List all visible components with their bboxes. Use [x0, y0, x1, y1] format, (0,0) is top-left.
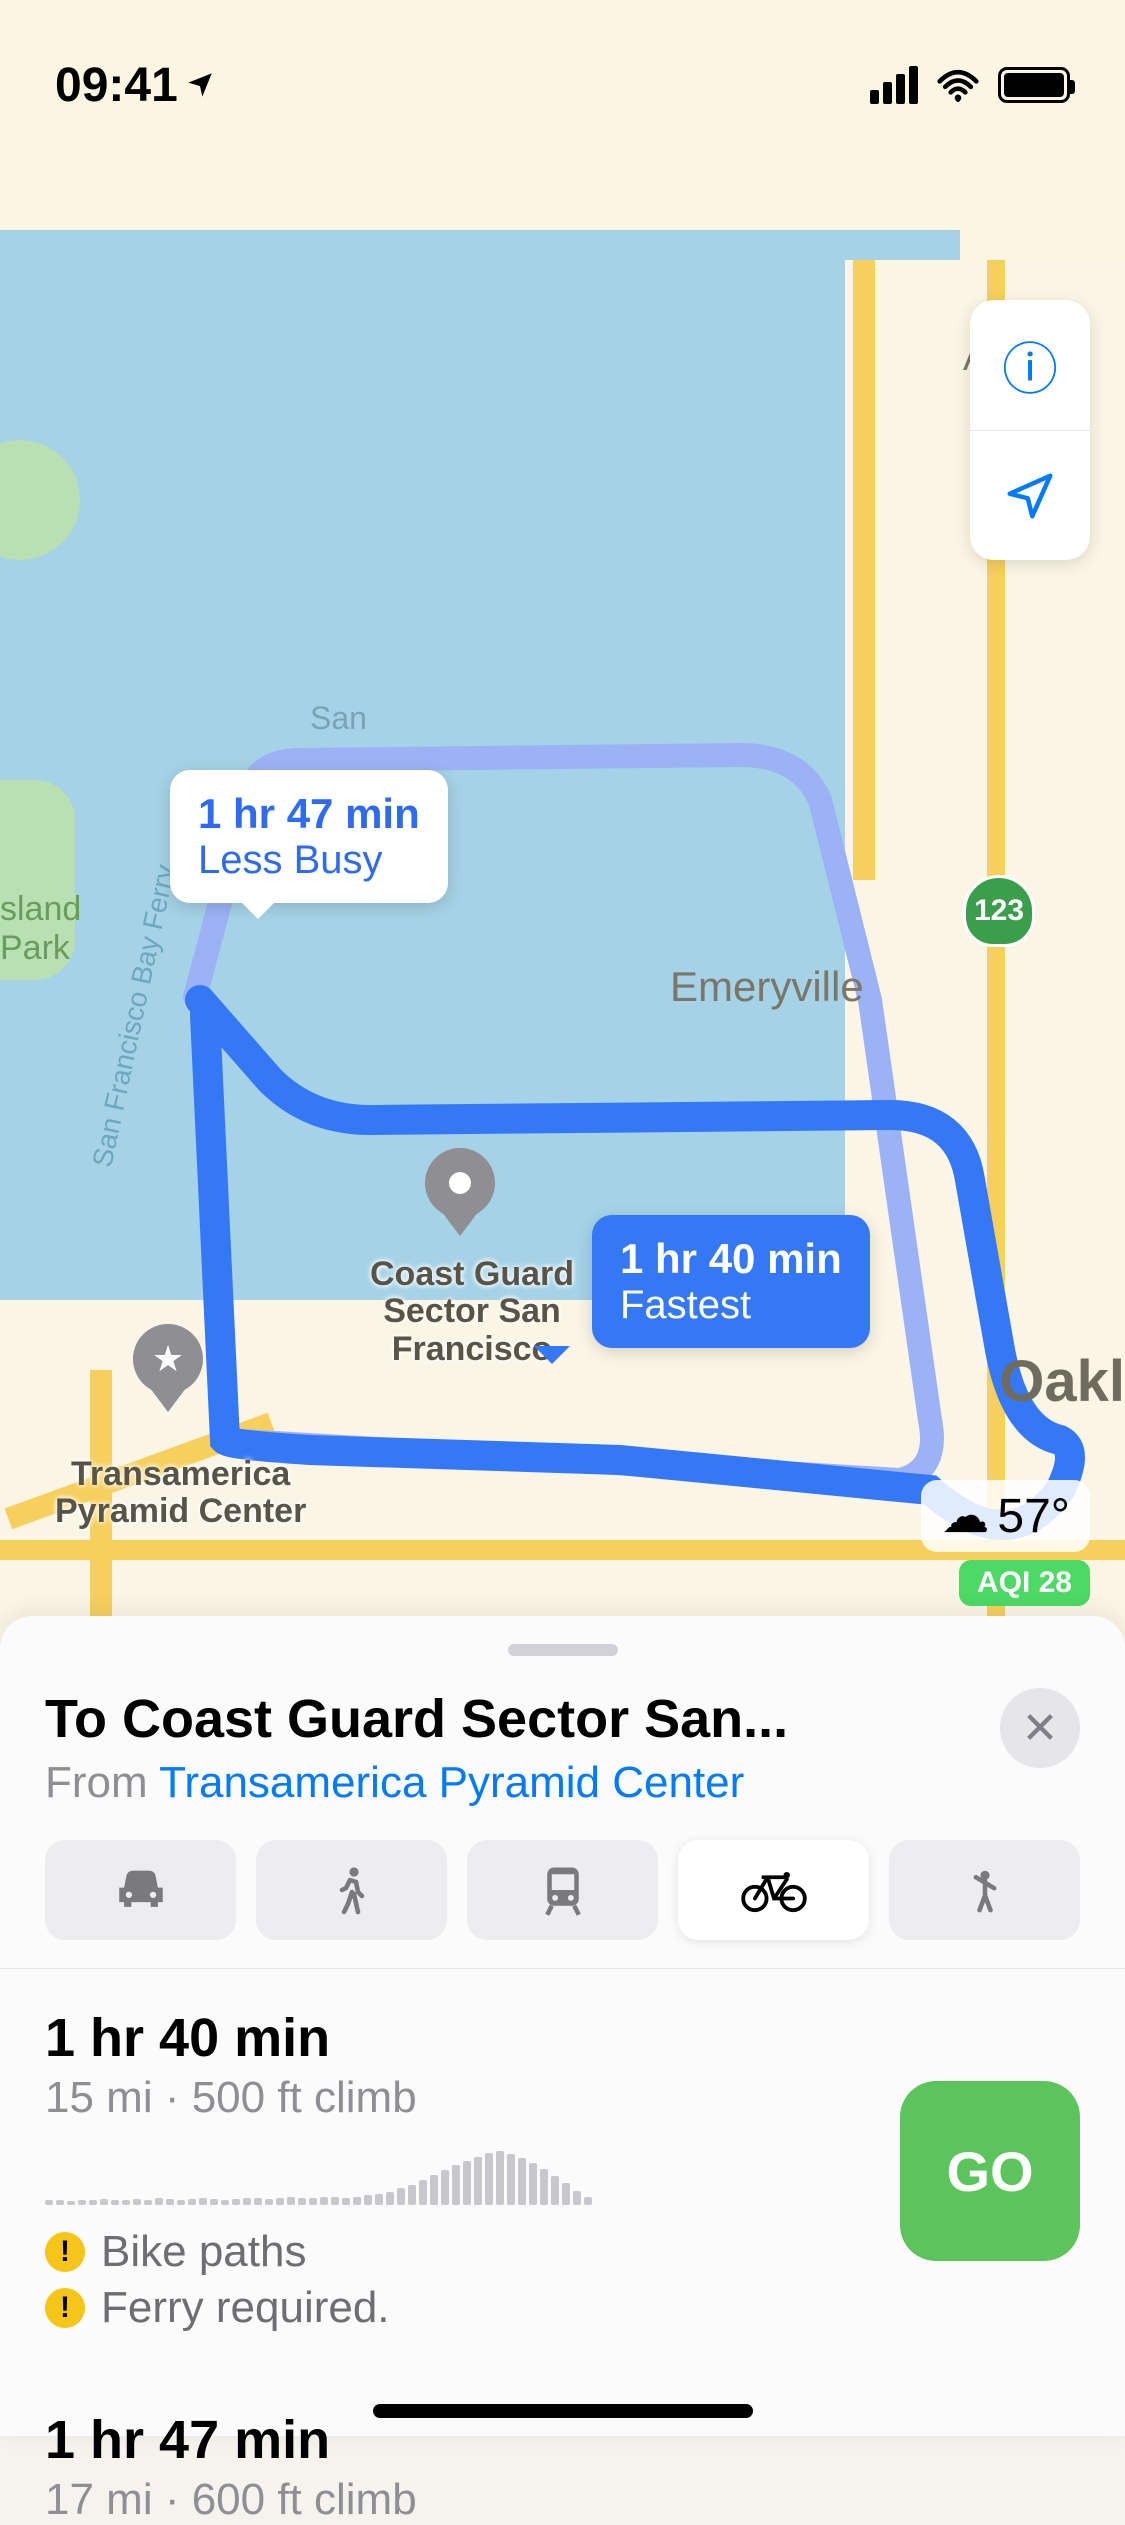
mode-rideshare[interactable]	[889, 1840, 1080, 1940]
route-0-warn-1: !Ferry required.	[45, 2283, 872, 2333]
island-park-label: sland Park	[0, 890, 81, 968]
weather-temp: 57°	[997, 1489, 1070, 1544]
close-button[interactable]: ✕	[1000, 1688, 1080, 1768]
cloud-icon: ☁	[941, 1488, 989, 1544]
go-button[interactable]: GO	[900, 2081, 1080, 2261]
battery-icon	[998, 67, 1070, 103]
walk-icon	[328, 1861, 376, 1919]
weather-aqi: AQI 28	[959, 1560, 1090, 1606]
status-time: 09:41	[55, 58, 214, 113]
emeryville-label: Emeryville	[670, 963, 864, 1011]
route-option-0[interactable]: 1 hr 40 min 15 mi · 500 ft climb !Bike p…	[45, 1969, 1080, 2371]
map-controls: ⓘ	[970, 300, 1090, 560]
home-indicator[interactable]	[373, 2404, 753, 2418]
sheet-title: To Coast Guard Sector San...	[45, 1688, 980, 1750]
transport-mode-tabs	[45, 1840, 1080, 1940]
warning-icon: !	[45, 2232, 85, 2272]
from-location-link[interactable]: Transamerica Pyramid Center	[159, 1758, 744, 1807]
mode-walk[interactable]	[256, 1840, 447, 1940]
route-alt-sub: Less Busy	[198, 838, 420, 883]
route-1-time: 1 hr 47 min	[45, 2409, 1080, 2471]
route-0-meta: 15 mi · 500 ft climb	[45, 2073, 872, 2123]
origin-pin-label: Transamerica Pyramid Center	[55, 1456, 306, 1531]
sheet-handle[interactable]	[508, 1644, 618, 1656]
highway-shield-123: 123	[963, 875, 1035, 947]
transit-icon	[536, 1861, 590, 1919]
route-0-warn-0: !Bike paths	[45, 2227, 872, 2277]
route-alt-time: 1 hr 47 min	[198, 790, 420, 838]
san-label: San	[310, 700, 367, 737]
route-main-time: 1 hr 40 min	[620, 1235, 842, 1283]
directions-sheet[interactable]: To Coast Guard Sector San... From Transa…	[0, 1616, 1125, 2436]
elevation-chart	[45, 2145, 872, 2205]
car-icon	[112, 1861, 170, 1919]
bike-icon	[740, 1866, 808, 1914]
origin-pin[interactable]: ★	[133, 1324, 203, 1394]
route-1-meta: 17 mi · 600 ft climb	[45, 2475, 1080, 2525]
route-alt-callout[interactable]: 1 hr 47 min Less Busy	[170, 770, 448, 903]
weather-badge[interactable]: ☁57° AQI 28	[921, 1480, 1090, 1606]
info-button[interactable]: ⓘ	[970, 300, 1090, 430]
status-bar: 09:41	[0, 0, 1125, 130]
mode-cycle[interactable]	[678, 1840, 869, 1940]
route-0-time: 1 hr 40 min	[45, 2007, 872, 2069]
route-main-callout[interactable]: 1 hr 40 min Fastest	[592, 1215, 870, 1348]
mode-transit[interactable]	[467, 1840, 658, 1940]
location-services-icon	[186, 71, 214, 99]
cellular-signal-icon	[870, 66, 918, 104]
oakland-label: Oakl	[999, 1348, 1125, 1415]
route-option-1[interactable]: 1 hr 47 min 17 mi · 600 ft climb	[45, 2371, 1080, 2525]
route-main-sub: Fastest	[620, 1283, 842, 1328]
rideshare-icon	[963, 1861, 1007, 1919]
sheet-from: From Transamerica Pyramid Center	[45, 1758, 980, 1808]
destination-pin[interactable]	[425, 1148, 495, 1218]
warning-icon: !	[45, 2288, 85, 2328]
close-icon: ✕	[1022, 1703, 1059, 1754]
location-arrow-icon	[1003, 469, 1057, 523]
locate-button[interactable]	[970, 430, 1090, 560]
wifi-icon	[936, 63, 980, 107]
mode-drive[interactable]	[45, 1840, 236, 1940]
info-icon: ⓘ	[1002, 325, 1058, 406]
